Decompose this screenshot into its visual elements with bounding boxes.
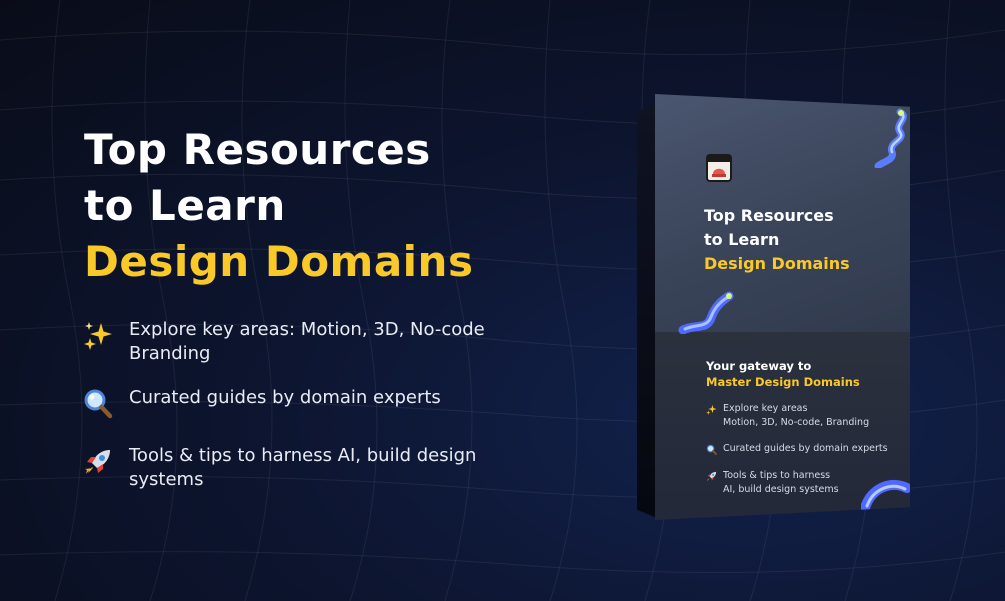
box-list-item-line-2: AI, build design systems	[723, 484, 839, 495]
hero-title-line-2: to Learn	[84, 181, 286, 230]
box-list-item-text: Curated guides by domain experts	[723, 442, 888, 456]
magnifying-glass-icon	[706, 444, 717, 455]
box-list-item: Explore key areas Motion, 3D, No-code, B…	[706, 402, 896, 430]
product-box: Top Resources to Learn Design Domains Yo…	[637, 94, 912, 522]
feature-text: Curated guides by domain experts	[129, 387, 441, 408]
box-list-item-line-1: Tools & tips to harness	[723, 470, 831, 481]
sparkles-icon	[706, 404, 717, 415]
swirl-decoration-icon	[678, 291, 734, 334]
swirl-decoration-icon	[874, 108, 907, 168]
book-logo-icon	[706, 154, 732, 182]
box-title-accent: Design Domains	[704, 254, 850, 273]
box-gateway-line: Your gateway to	[706, 359, 812, 373]
swirl-decoration-icon	[861, 479, 910, 512]
box-list-item: Curated guides by domain experts	[706, 442, 896, 456]
feature-item: Curated guides by domain experts	[82, 386, 542, 420]
magnifying-glass-icon	[84, 389, 113, 419]
feature-list: Explore key areas: Motion, 3D, No-code B…	[82, 318, 542, 512]
hero-section: Top Resources to Learn Design Domains	[84, 122, 564, 290]
feature-text: Tools & tips to harness AI, build design…	[129, 445, 477, 490]
hero-title: Top Resources to Learn Design Domains	[84, 122, 564, 290]
box-gateway-accent: Master Design Domains	[706, 375, 860, 389]
hero-title-accent: Design Domains	[84, 237, 474, 286]
box-front-panel: Top Resources to Learn Design Domains Yo…	[655, 94, 910, 520]
feature-item: Tools & tips to harness AI, build design…	[82, 444, 542, 492]
box-list-item-text: Tools & tips to harness AI, build design…	[723, 469, 839, 497]
box-list-item-text: Explore key areas Motion, 3D, No-code, B…	[723, 402, 869, 430]
feature-text: Explore key areas: Motion, 3D, No-code B…	[129, 319, 485, 364]
sparkles-icon	[84, 322, 112, 350]
box-title: Top Resources to Learn Design Domains	[704, 204, 894, 276]
box-gateway-heading: Your gateway to Master Design Domains	[706, 358, 860, 390]
box-side-panel	[637, 104, 657, 518]
box-list-item-line-1: Explore key areas	[723, 403, 808, 414]
rocket-icon	[85, 450, 110, 474]
box-title-line-1: Top Resources	[704, 206, 834, 225]
box-title-line-2: to Learn	[704, 230, 780, 249]
feature-item: Explore key areas: Motion, 3D, No-code B…	[82, 318, 542, 366]
box-list-item-line-2: Motion, 3D, No-code, Branding	[723, 417, 870, 428]
box-list-item-line-1: Curated guides by domain experts	[723, 443, 888, 454]
rocket-icon	[706, 471, 717, 482]
hero-title-line-1: Top Resources	[84, 125, 431, 174]
